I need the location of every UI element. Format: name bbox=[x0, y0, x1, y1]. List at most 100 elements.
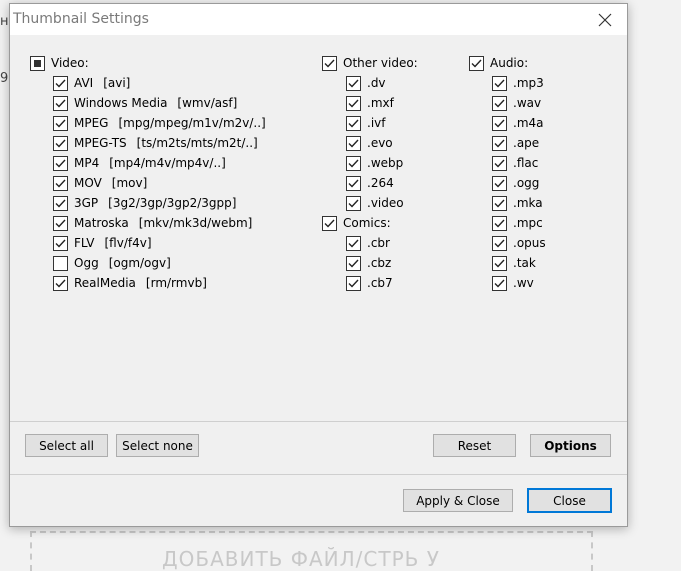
checkbox-video-windows-media[interactable]: Windows Media [wmv/asf] bbox=[53, 93, 237, 113]
checkmark-icon[interactable] bbox=[322, 215, 337, 231]
checkbox-other-video-video-label: .video bbox=[367, 196, 404, 210]
checkbox-audio-mp3-label: .mp3 bbox=[513, 76, 544, 90]
close-icon[interactable] bbox=[583, 4, 627, 35]
checkmark-icon[interactable] bbox=[53, 95, 68, 111]
checkbox-video-realmedia-label: RealMedia bbox=[74, 276, 136, 290]
checkbox-video-avi[interactable]: AVI [avi] bbox=[53, 73, 130, 93]
checkmark-icon[interactable] bbox=[346, 155, 361, 171]
checkbox-video-mpeg[interactable]: MPEG [mpg/mpeg/m1v/m2v/..] bbox=[53, 113, 266, 133]
checkbox-video-mp4-extensions: [mp4/m4v/mp4v/..] bbox=[109, 156, 226, 170]
select-none-button[interactable]: Select none bbox=[116, 434, 199, 457]
checkbox-audio-mpc[interactable]: .mpc bbox=[492, 213, 543, 233]
title-bar: Thumbnail Settings bbox=[10, 4, 627, 35]
checkbox-video-3gp[interactable]: 3GP [3g2/3gp/3gp2/3gpp] bbox=[53, 193, 236, 213]
apply-close-button[interactable]: Apply & Close bbox=[403, 489, 513, 512]
checkmark-icon[interactable] bbox=[469, 55, 484, 71]
checkbox-audio-wv[interactable]: .wv bbox=[492, 273, 534, 293]
checkmark-icon[interactable] bbox=[53, 215, 68, 231]
checkmark-icon[interactable] bbox=[53, 135, 68, 151]
checkmark-icon[interactable] bbox=[492, 135, 507, 151]
checkbox-audio-tak[interactable]: .tak bbox=[492, 253, 536, 273]
checkbox-video-mpeg-ts[interactable]: MPEG-TS [ts/m2ts/mts/m2t/..] bbox=[53, 133, 258, 153]
checkmark-icon[interactable] bbox=[346, 135, 361, 151]
checkmark-icon[interactable] bbox=[492, 255, 507, 271]
reset-button[interactable]: Reset bbox=[433, 434, 516, 457]
select-all-button[interactable]: Select all bbox=[25, 434, 108, 457]
checkbox-video-mov[interactable]: MOV [mov] bbox=[53, 173, 147, 193]
checkbox-comics-cbz[interactable]: .cbz bbox=[346, 253, 391, 273]
checkbox-video-matroska[interactable]: Matroska [mkv/mk3d/webm] bbox=[53, 213, 252, 233]
empty-checkbox-icon[interactable] bbox=[53, 255, 68, 271]
checkmark-icon[interactable] bbox=[53, 195, 68, 211]
checkbox-other-video-264[interactable]: .264 bbox=[346, 173, 394, 193]
checkbox-video-ogg[interactable]: Ogg [ogm/ogv] bbox=[53, 253, 171, 273]
checkbox-audio-flac[interactable]: .flac bbox=[492, 153, 538, 173]
checkmark-icon[interactable] bbox=[346, 75, 361, 91]
checkmark-icon[interactable] bbox=[492, 95, 507, 111]
checkbox-audio-ape-label: .ape bbox=[513, 136, 540, 150]
checkmark-icon[interactable] bbox=[346, 95, 361, 111]
checkmark-icon[interactable] bbox=[492, 275, 507, 291]
checkbox-video-windows-media-extensions: [wmv/asf] bbox=[177, 96, 238, 110]
checkmark-icon[interactable] bbox=[53, 115, 68, 131]
checkbox-other-video[interactable]: Other video: bbox=[322, 53, 418, 73]
background-drop-zone[interactable]: ДОБАВИТЬ ФАЙЛ/СТРЬ У bbox=[30, 531, 593, 571]
checkbox-comics[interactable]: Comics: bbox=[322, 213, 391, 233]
checkmark-icon[interactable] bbox=[53, 275, 68, 291]
checkmark-icon[interactable] bbox=[346, 255, 361, 271]
checkmark-icon[interactable] bbox=[53, 75, 68, 91]
checkbox-video-matroska-label: Matroska bbox=[74, 216, 129, 230]
checkmark-icon[interactable] bbox=[492, 215, 507, 231]
checkmark-icon[interactable] bbox=[53, 235, 68, 251]
checkmark-icon[interactable] bbox=[492, 75, 507, 91]
checkbox-video-flv[interactable]: FLV [flv/f4v] bbox=[53, 233, 152, 253]
checkmark-icon[interactable] bbox=[346, 235, 361, 251]
checkmark-icon[interactable] bbox=[346, 175, 361, 191]
checkmark-icon[interactable] bbox=[492, 235, 507, 251]
checkbox-audio-ape[interactable]: .ape bbox=[492, 133, 539, 153]
checkbox-video-3gp-label: 3GP bbox=[74, 196, 99, 210]
checkbox-comics-cbr[interactable]: .cbr bbox=[346, 233, 390, 253]
checkmark-icon[interactable] bbox=[492, 115, 507, 131]
checkmark-icon[interactable] bbox=[492, 195, 507, 211]
checkbox-comics-cb7[interactable]: .cb7 bbox=[346, 273, 393, 293]
options-button[interactable]: Options bbox=[530, 434, 611, 457]
checkbox-other-video-ivf[interactable]: .ivf bbox=[346, 113, 385, 133]
checkbox-other-video-ivf-label: .ivf bbox=[367, 116, 386, 130]
checkbox-video[interactable]: Video: bbox=[30, 53, 89, 73]
checkbox-video-mp4[interactable]: MP4 [mp4/m4v/mp4v/..] bbox=[53, 153, 226, 173]
checkmark-icon[interactable] bbox=[53, 175, 68, 191]
checkbox-audio[interactable]: Audio: bbox=[469, 53, 528, 73]
checkmark-icon[interactable] bbox=[346, 195, 361, 211]
checkbox-other-video-dv-label: .dv bbox=[367, 76, 386, 90]
close-button[interactable]: Close bbox=[527, 488, 612, 513]
checkbox-audio-mka-label: .mka bbox=[513, 196, 543, 210]
checkbox-video-flv-extensions: [flv/f4v] bbox=[104, 236, 152, 250]
checkbox-video-realmedia[interactable]: RealMedia [rm/rmvb] bbox=[53, 273, 207, 293]
checkmark-icon[interactable] bbox=[492, 175, 507, 191]
checkbox-audio-tak-label: .tak bbox=[513, 256, 536, 270]
checkbox-audio-ogg[interactable]: .ogg bbox=[492, 173, 539, 193]
checkbox-other-video-evo[interactable]: .evo bbox=[346, 133, 393, 153]
checkmark-icon[interactable] bbox=[53, 155, 68, 171]
checkbox-video-mpeg-ts-extensions: [ts/m2ts/mts/m2t/..] bbox=[136, 136, 258, 150]
checkmark-icon[interactable] bbox=[346, 275, 361, 291]
checkbox-audio-mp3[interactable]: .mp3 bbox=[492, 73, 544, 93]
checkbox-audio-m4a[interactable]: .m4a bbox=[492, 113, 544, 133]
selection-button-bar: Select all Select none Reset Options bbox=[10, 422, 627, 475]
checkbox-audio-wav-label: .wav bbox=[513, 96, 542, 110]
checkbox-audio-mka[interactable]: .mka bbox=[492, 193, 543, 213]
checkbox-other-video-video[interactable]: .video bbox=[346, 193, 404, 213]
checkmark-icon[interactable] bbox=[346, 115, 361, 131]
checkbox-audio-wav[interactable]: .wav bbox=[492, 93, 541, 113]
checkbox-audio-mpc-label: .mpc bbox=[513, 216, 543, 230]
checkmark-icon[interactable] bbox=[322, 55, 337, 71]
checkbox-video-avi-label: AVI bbox=[74, 76, 94, 90]
indeterminate-checkbox-icon[interactable] bbox=[30, 55, 45, 71]
checkbox-audio-opus[interactable]: .opus bbox=[492, 233, 546, 253]
checkbox-other-video-webp[interactable]: .webp bbox=[346, 153, 403, 173]
checkbox-other-video-dv[interactable]: .dv bbox=[346, 73, 386, 93]
checkbox-other-video-mxf[interactable]: .mxf bbox=[346, 93, 394, 113]
checkmark-icon[interactable] bbox=[492, 155, 507, 171]
checkbox-audio-m4a-label: .m4a bbox=[513, 116, 544, 130]
